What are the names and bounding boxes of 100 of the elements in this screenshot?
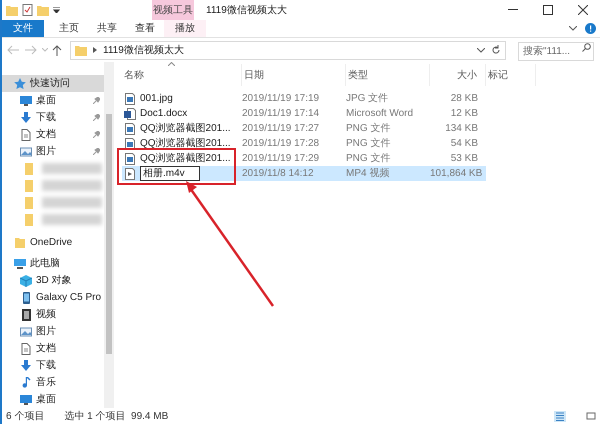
sidebar-item[interactable]: 文档 xyxy=(2,126,104,143)
file-row[interactable]: 相册.m4v 2019/11/8 14:12 MP4 视频 101,864 KB xyxy=(122,166,486,181)
ribbon-tab[interactable]: 查看 xyxy=(126,20,164,37)
file-date: 2019/11/19 17:27 xyxy=(242,122,320,136)
address-bar[interactable]: 1119微信视频太大 xyxy=(70,40,506,60)
blurred-label xyxy=(42,163,102,174)
folder-icon xyxy=(75,44,87,56)
file-name: Doc1.docx xyxy=(140,107,188,121)
rename-field[interactable]: 相册.m4v xyxy=(140,166,200,181)
video-file-icon xyxy=(124,168,136,180)
folder-icon xyxy=(24,196,34,208)
download-arrow-icon xyxy=(20,112,32,124)
folder-icon xyxy=(24,180,34,192)
blurred-label xyxy=(42,214,102,225)
sidebar-item[interactable]: Galaxy C5 Pro xyxy=(2,289,104,306)
file-type: MP4 视频 xyxy=(346,166,390,181)
ribbon-tab[interactable]: 播放 xyxy=(164,20,206,37)
sidebar-item[interactable]: 下载 xyxy=(2,109,104,126)
sidebar-item[interactable]: 3D 对象 xyxy=(2,272,104,289)
sidebar-item[interactable]: 此电脑 xyxy=(2,255,104,272)
column-header[interactable]: 类型 xyxy=(346,64,430,86)
document-icon xyxy=(20,128,32,140)
sidebar-item[interactable]: OneDrive xyxy=(2,234,104,251)
pin-icon[interactable] xyxy=(93,148,100,155)
maximize-icon[interactable] xyxy=(542,5,552,15)
file-row[interactable]: QQ浏览器截图201... 2019/11/19 17:29 PNG 文件 53 KB xyxy=(122,151,486,166)
blurred-label xyxy=(42,197,102,208)
file-type: PNG 文件 xyxy=(346,136,392,151)
sidebar-item[interactable]: 音乐 xyxy=(2,374,104,391)
blurred-label xyxy=(42,180,102,191)
picture-icon xyxy=(20,326,32,338)
up-icon[interactable] xyxy=(52,44,62,56)
ribbon-tab[interactable]: 文件 xyxy=(2,20,44,37)
selection-info: 选中 1 个项目 99.4 MB xyxy=(64,410,168,424)
scrollbar[interactable] xyxy=(104,62,114,408)
sidebar-item[interactable]: 文档 xyxy=(2,340,104,357)
file-row[interactable]: QQ浏览器截图201... 2019/11/19 17:28 PNG 文件 54 KB xyxy=(122,136,486,151)
dropdown-icon[interactable] xyxy=(53,7,60,13)
file-row[interactable]: 001.jpg 2019/11/19 17:19 JPG 文件 28 KB xyxy=(122,91,486,106)
image-file-icon xyxy=(124,138,136,150)
file-date: 2019/11/19 17:28 xyxy=(242,137,320,151)
ribbon-tab[interactable]: 主页 xyxy=(50,20,88,37)
document-icon xyxy=(20,342,32,354)
expand-ribbon-icon[interactable] xyxy=(569,26,577,31)
pin-icon[interactable] xyxy=(93,131,100,138)
phone-icon xyxy=(20,292,32,304)
close-icon[interactable] xyxy=(578,5,588,15)
word-file-icon xyxy=(124,108,136,120)
download-arrow-icon xyxy=(20,360,32,372)
help-icon[interactable] xyxy=(585,23,596,34)
file-date: 2019/11/19 17:29 xyxy=(242,152,320,166)
item-count: 6 个项目 xyxy=(6,410,44,424)
sidebar-item[interactable]: 图片 xyxy=(2,323,104,340)
file-name: 001.jpg xyxy=(140,92,173,106)
file-size: 101,864 KB xyxy=(430,167,484,181)
file-name: QQ浏览器截图201... xyxy=(140,152,231,166)
computer-icon xyxy=(14,258,26,270)
column-header[interactable]: 名称 xyxy=(122,64,242,86)
sidebar-item[interactable]: 桌面 xyxy=(2,391,104,408)
column-header[interactable]: 标记 xyxy=(486,64,536,86)
file-size: 54 KB xyxy=(450,137,479,151)
star-icon xyxy=(14,78,26,90)
properties-icon[interactable] xyxy=(22,4,33,16)
column-header[interactable]: 日期 xyxy=(242,64,346,86)
window-title: 1119微信视频太大 xyxy=(205,4,288,18)
ribbon-tab[interactable]: 共享 xyxy=(88,20,126,37)
thumbnail-view-icon[interactable] xyxy=(586,411,596,421)
pin-icon[interactable] xyxy=(93,114,100,121)
details-view-icon[interactable] xyxy=(554,410,566,422)
sidebar-item[interactable]: 快速访问 xyxy=(2,75,104,92)
dropdown-icon[interactable] xyxy=(477,48,485,52)
file-size: 28 KB xyxy=(450,92,479,106)
column-header[interactable]: 大小 xyxy=(430,64,486,86)
film-icon xyxy=(20,308,32,320)
file-row[interactable]: Doc1.docx 2019/11/19 17:14 Microsoft Word 12 KB xyxy=(122,106,486,121)
search-field[interactable]: 搜索"111... xyxy=(518,42,594,61)
sidebar-item[interactable]: 下载 xyxy=(2,357,104,374)
context-tab-group: 视频工具 xyxy=(152,0,194,20)
picture-icon xyxy=(20,146,32,158)
file-type: JPG 文件 xyxy=(346,92,390,106)
pin-icon[interactable] xyxy=(93,97,100,104)
minimize-icon[interactable] xyxy=(508,9,518,11)
file-type: PNG 文件 xyxy=(346,122,392,136)
file-date: 2019/11/19 17:14 xyxy=(242,107,320,121)
image-file-icon xyxy=(124,152,136,164)
sidebar-item[interactable]: 图片 xyxy=(2,143,104,160)
file-size: 53 KB xyxy=(450,152,479,166)
file-name: QQ浏览器截图201... xyxy=(140,136,231,151)
file-date: 2019/11/8 14:12 xyxy=(242,167,315,181)
cube-icon xyxy=(20,274,32,286)
monitor-icon xyxy=(20,94,32,106)
refresh-icon[interactable] xyxy=(491,45,501,55)
sidebar-item[interactable]: 视频 xyxy=(2,306,104,323)
image-file-icon xyxy=(124,92,136,104)
sidebar-item[interactable]: 桌面 xyxy=(2,92,104,109)
folder-icon xyxy=(14,236,26,248)
music-note-icon xyxy=(20,376,32,388)
file-name: QQ浏览器截图201... xyxy=(140,122,231,136)
file-size: 12 KB xyxy=(450,107,479,121)
file-row[interactable]: QQ浏览器截图201... 2019/11/19 17:27 PNG 文件 134 KB xyxy=(122,121,486,136)
